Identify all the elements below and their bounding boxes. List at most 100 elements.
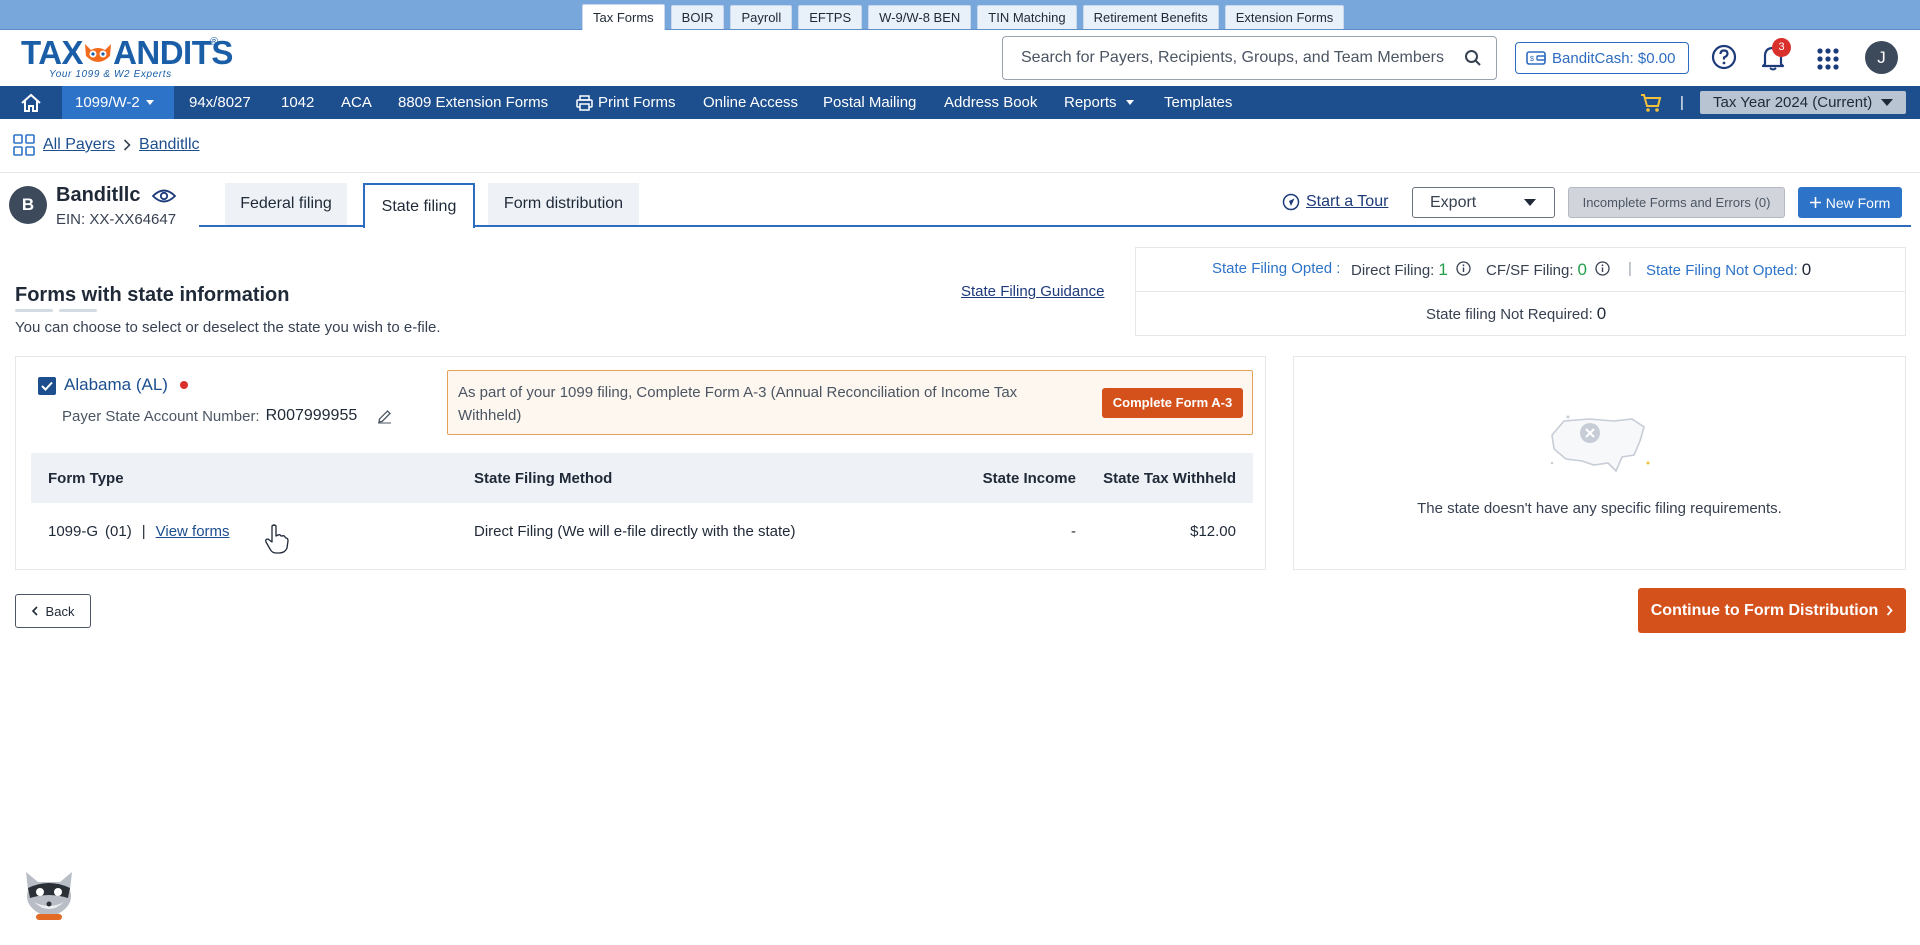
tab-eftps[interactable]: EFTPS xyxy=(798,5,863,29)
breadcrumb-payer[interactable]: Banditllc xyxy=(139,136,199,154)
search-input[interactable] xyxy=(1021,49,1464,67)
nav-online-access[interactable]: Online Access xyxy=(703,86,798,119)
table-row: 1099-G (01) | View forms Direct Filing (… xyxy=(31,503,1253,559)
nav-print-forms[interactable]: Print Forms xyxy=(576,86,676,119)
direct-filing-count: 1 xyxy=(1438,260,1448,279)
search-icon[interactable] xyxy=(1464,49,1482,67)
start-tour-link[interactable]: Start a Tour xyxy=(1282,193,1388,211)
tab-state-filing[interactable]: State filing xyxy=(363,183,475,228)
continue-to-form-distribution-button[interactable]: Continue to Form Distribution xyxy=(1638,588,1906,633)
home-icon[interactable] xyxy=(0,86,62,119)
summary-opted-label: State Filing Opted : xyxy=(1212,260,1341,277)
title-underline xyxy=(59,309,97,312)
col-state-income: State Income xyxy=(982,469,1076,487)
cfsf-filing-label: CF/SF Filing: xyxy=(1486,262,1574,279)
summary-cfsf-filing: CF/SF Filing: 0 xyxy=(1486,260,1587,280)
user-avatar[interactable]: J xyxy=(1865,41,1898,74)
account-label: Payer State Account Number: xyxy=(62,407,260,425)
tax-year-label: Tax Year 2024 (Current) xyxy=(1713,94,1873,111)
section-title: Forms with state information xyxy=(15,284,290,306)
payer-ein: EIN: XX-XX64647 xyxy=(56,211,177,228)
form-count: (01) xyxy=(105,522,132,540)
form-a3-notice: As part of your 1099 filing, Complete Fo… xyxy=(447,370,1253,435)
section-subtitle: You can choose to select or deselect the… xyxy=(15,319,441,336)
status-dot xyxy=(179,381,188,389)
tab-form-distribution[interactable]: Form distribution xyxy=(488,183,639,225)
breadcrumb-all-payers[interactable]: All Payers xyxy=(43,136,115,154)
view-forms-link[interactable]: View forms xyxy=(156,523,230,540)
chevron-down-icon xyxy=(145,100,154,105)
header: TAX ANDITS ® Your 1099 & W2 Experts $ Ba… xyxy=(0,30,1920,86)
payer-avatar: B xyxy=(9,186,47,224)
raccoon-mascot-icon[interactable] xyxy=(20,868,78,922)
chevron-left-icon xyxy=(31,606,38,616)
product-tabs-bar: Tax Forms BOIR Payroll EFTPS W-9/W-8 BEN… xyxy=(0,0,1920,30)
export-label: Export xyxy=(1430,193,1477,211)
tab-extension-forms[interactable]: Extension Forms xyxy=(1224,5,1345,29)
tax-year-select[interactable]: Tax Year 2024 (Current) xyxy=(1700,91,1906,114)
not-opted-count: 0 xyxy=(1801,260,1812,279)
divider xyxy=(0,172,1920,173)
cell-form-type: 1099-G (01) | View forms xyxy=(48,503,230,559)
complete-form-a3-button[interactable]: Complete Form A-3 xyxy=(1102,388,1243,418)
eye-icon[interactable] xyxy=(152,188,177,204)
tab-payroll[interactable]: Payroll xyxy=(730,5,793,29)
tab-boir[interactable]: BOIR xyxy=(670,5,725,29)
payer-name: Banditllc xyxy=(56,184,177,207)
cell-state-filing-method: Direct Filing (We will e-file directly w… xyxy=(474,522,796,540)
cfsf-filing-count: 0 xyxy=(1577,260,1587,279)
summary-not-required: State filing Not Required: 0 xyxy=(1426,304,1606,324)
notification-badge: 3 xyxy=(1772,38,1791,57)
search-box xyxy=(1002,36,1497,80)
nav-aca[interactable]: ACA xyxy=(341,86,372,119)
chevron-down-icon xyxy=(1125,100,1134,105)
tab-retirement-benefits[interactable]: Retirement Benefits xyxy=(1082,5,1219,29)
nav-94x-8027[interactable]: 94x/8027 xyxy=(189,86,251,119)
cart-icon[interactable] xyxy=(1640,86,1662,119)
nav-8809-extension-forms[interactable]: 8809 Extension Forms xyxy=(398,86,548,119)
state-card: Alabama (AL) Payer State Account Number:… xyxy=(15,356,1266,570)
tab-tin-matching[interactable]: TIN Matching xyxy=(977,5,1077,29)
nav-address-book[interactable]: Address Book xyxy=(944,86,1037,119)
incomplete-forms-button[interactable]: Incomplete Forms and Errors (0) xyxy=(1568,187,1785,218)
payers-grid-icon xyxy=(13,134,35,156)
bandit-cash-button[interactable]: $ BanditCash: $0.00 xyxy=(1515,42,1689,74)
state-checkbox[interactable] xyxy=(38,377,56,395)
payer-name-label: Banditllc xyxy=(56,184,141,206)
info-icon[interactable] xyxy=(1456,261,1471,276)
back-label: Back xyxy=(45,603,75,619)
export-dropdown[interactable]: Export xyxy=(1412,187,1555,218)
tab-w9-w8ben[interactable]: W-9/W-8 BEN xyxy=(868,5,972,29)
help-icon[interactable] xyxy=(1711,44,1737,70)
account-value: R007999955 xyxy=(265,407,358,424)
edit-pencil-icon[interactable] xyxy=(377,409,392,424)
svg-text:$: $ xyxy=(1530,56,1534,63)
breadcrumb: All Payers Banditllc xyxy=(13,134,200,156)
back-button[interactable]: Back xyxy=(15,594,91,628)
apps-grid-icon[interactable] xyxy=(1816,47,1840,71)
nav-reports[interactable]: Reports xyxy=(1064,86,1134,119)
new-form-button[interactable]: New Form xyxy=(1798,187,1902,218)
taxbandits-logo[interactable]: TAX ANDITS ® Your 1099 & W2 Experts xyxy=(21,36,233,82)
table-header: Form Type State Filing Method State Inco… xyxy=(31,453,1253,503)
continue-label: Continue to Form Distribution xyxy=(1650,601,1879,619)
not-required-label: State filing Not Required: xyxy=(1426,306,1593,323)
state-filing-guidance-link[interactable]: State Filing Guidance xyxy=(961,283,1104,300)
empty-panel-message: The state doesn't have any specific fili… xyxy=(1417,500,1782,517)
cell-state-income: - xyxy=(1071,522,1076,540)
tab-tax-forms[interactable]: Tax Forms xyxy=(582,4,665,30)
col-form-type: Form Type xyxy=(48,469,124,487)
nav-templates[interactable]: Templates xyxy=(1164,86,1232,119)
nav-postal-mailing[interactable]: Postal Mailing xyxy=(823,86,916,119)
tab-federal-filing[interactable]: Federal filing xyxy=(225,183,347,225)
nav-1099-w2[interactable]: 1099/W-2 xyxy=(62,86,174,119)
state-name-label: Alabama (AL) xyxy=(64,375,168,394)
chevron-down-icon xyxy=(1881,99,1894,106)
col-state-tax-withheld: State Tax Withheld xyxy=(1103,469,1236,487)
nav-1042[interactable]: 1042 xyxy=(281,86,314,119)
wallet-icon: $ xyxy=(1526,50,1546,66)
chevron-down-icon xyxy=(1524,199,1536,206)
state-filing-summary: State Filing Opted : Direct Filing: 1 CF/… xyxy=(1135,247,1906,336)
info-icon[interactable] xyxy=(1595,261,1610,276)
plus-icon xyxy=(1809,197,1821,208)
